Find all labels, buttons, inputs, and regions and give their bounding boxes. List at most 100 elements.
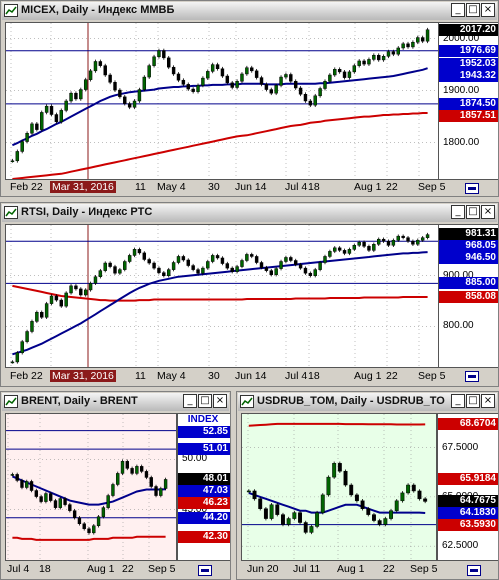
index-label: INDEX xyxy=(178,414,230,426)
window-title: RTSI, Daily - Индекс РТС xyxy=(21,206,153,218)
scroll-nav-icon[interactable] xyxy=(465,371,479,382)
maximize-button[interactable]: □ xyxy=(466,3,480,17)
minimize-button[interactable]: _ xyxy=(451,3,465,17)
window-titlebar[interactable]: MICEX, Daily - Индекс ММВБ _ □ × xyxy=(2,2,497,20)
chart-window-micex[interactable]: MICEX, Daily - Индекс ММВБ _ □ × 2000.00… xyxy=(0,0,499,197)
price-scale[interactable]: 50.0045.00INDEX52.8551.0148.0147.0346.23… xyxy=(177,413,230,561)
candle-body xyxy=(101,507,106,517)
window-titlebar[interactable]: BRENT, Daily - BRENT _ □ × xyxy=(2,393,229,411)
chart-window-icon[interactable] xyxy=(4,4,18,17)
candle-body xyxy=(108,74,112,83)
time-axis-label: 30 xyxy=(208,181,220,193)
scale-tick-label: 1800.00 xyxy=(443,136,480,148)
time-axis-label: 22 xyxy=(386,181,398,193)
candle-body xyxy=(383,518,388,525)
candle-body xyxy=(269,270,273,275)
candle-body xyxy=(88,283,93,291)
price-chart-svg xyxy=(6,225,438,367)
candle-body xyxy=(425,29,430,42)
time-axis-label: 22 xyxy=(386,370,398,382)
candle-body xyxy=(367,246,371,251)
candle-body xyxy=(191,265,195,270)
price-tag: 64.7675 xyxy=(438,495,498,508)
candle-body xyxy=(152,262,156,269)
candle-body xyxy=(337,69,342,73)
candle-body xyxy=(176,73,181,81)
window-titlebar[interactable]: USDRUB_TOM, Daily - USDRUB_TOM _ □ × xyxy=(238,393,497,411)
close-button[interactable]: × xyxy=(481,3,495,17)
scroll-nav-icon[interactable] xyxy=(467,565,481,576)
candle-body xyxy=(293,260,298,265)
close-button[interactable]: × xyxy=(213,394,227,408)
candle-body xyxy=(139,466,144,472)
close-button[interactable]: × xyxy=(481,205,495,219)
time-axis-label: 30 xyxy=(208,370,220,382)
candle-body xyxy=(77,517,82,525)
close-button[interactable]: × xyxy=(481,394,495,408)
scroll-nav-icon[interactable] xyxy=(198,565,212,576)
scale-tick-label: 800.00 xyxy=(443,320,474,332)
candle-body xyxy=(269,89,273,94)
candle-body xyxy=(215,64,220,70)
minimize-button[interactable]: _ xyxy=(183,394,197,408)
chart-window-usdrub[interactable]: USDRUB_TOM, Daily - USDRUB_TOM _ □ × 67.… xyxy=(236,391,499,580)
candle-body xyxy=(357,60,361,66)
price-tag: 63.5930 xyxy=(438,519,498,532)
candle-body xyxy=(64,292,68,307)
candle-body xyxy=(323,80,327,89)
candle-body xyxy=(40,311,44,318)
candle-body xyxy=(235,266,239,272)
candle-body xyxy=(162,50,166,59)
candle-body xyxy=(132,249,137,256)
candle-body xyxy=(186,84,190,90)
price-tag: 51.01 xyxy=(178,443,230,456)
minimize-button[interactable]: _ xyxy=(451,394,465,408)
minimize-button[interactable]: _ xyxy=(451,205,465,219)
candle-body xyxy=(323,256,327,263)
candle-body xyxy=(396,47,400,55)
ma-short-line xyxy=(12,251,428,356)
price-tag: 858.08 xyxy=(439,290,498,303)
candle-body xyxy=(79,89,83,100)
chart-window-rtsi[interactable]: RTSI, Daily - Индекс РТС _ □ × 900.00 800… xyxy=(0,202,499,387)
maximize-button[interactable]: □ xyxy=(466,394,480,408)
candle-body xyxy=(366,508,371,515)
time-axis-label: Mar 31, 2016 xyxy=(50,181,116,193)
price-chart-area[interactable] xyxy=(5,22,439,180)
price-chart-area[interactable] xyxy=(5,224,439,368)
candle-body xyxy=(69,285,73,294)
candle-body xyxy=(59,110,63,123)
price-chart-area[interactable] xyxy=(241,413,437,561)
candle-body xyxy=(167,269,171,276)
price-chart-area[interactable] xyxy=(5,413,177,561)
chart-window-icon[interactable] xyxy=(4,395,18,408)
candle-body xyxy=(215,255,220,259)
candle-body xyxy=(406,237,410,242)
ma-long-line xyxy=(12,535,166,541)
chart-window-icon[interactable] xyxy=(4,206,18,219)
price-scale[interactable]: 2000.00 1900.00 1800.00 2017.20 1976.69 1952.… xyxy=(438,22,498,180)
chart-window-brent[interactable]: BRENT, Daily - BRENT _ □ × 50.0045.00IND… xyxy=(0,391,231,580)
candle-body xyxy=(162,272,166,276)
candle-body xyxy=(367,59,371,65)
chart-window-icon[interactable] xyxy=(240,395,254,408)
candle-body xyxy=(372,54,376,60)
scroll-nav-icon[interactable] xyxy=(465,183,479,194)
time-axis-label: Jun 14 xyxy=(235,370,267,382)
price-scale[interactable]: 67.500065.000062.500068.670465.918464.76… xyxy=(437,413,498,561)
candle-body xyxy=(53,500,58,508)
price-tag: 68.6704 xyxy=(438,418,498,431)
candle-body xyxy=(349,484,354,496)
candle-body xyxy=(83,79,88,90)
price-scale[interactable]: 900.00 800.00 981.31 968.05 946.50 885.00 858.… xyxy=(438,224,498,368)
candle-body xyxy=(20,480,24,488)
candle-body xyxy=(113,82,117,91)
window-titlebar[interactable]: RTSI, Daily - Индекс РТС _ □ × xyxy=(2,204,497,222)
candle-body xyxy=(292,512,297,519)
candle-body xyxy=(147,259,151,264)
maximize-button[interactable]: □ xyxy=(198,394,212,408)
maximize-button[interactable]: □ xyxy=(466,205,480,219)
candle-body xyxy=(54,114,59,123)
candle-body xyxy=(176,256,181,263)
candle-body xyxy=(92,525,96,534)
